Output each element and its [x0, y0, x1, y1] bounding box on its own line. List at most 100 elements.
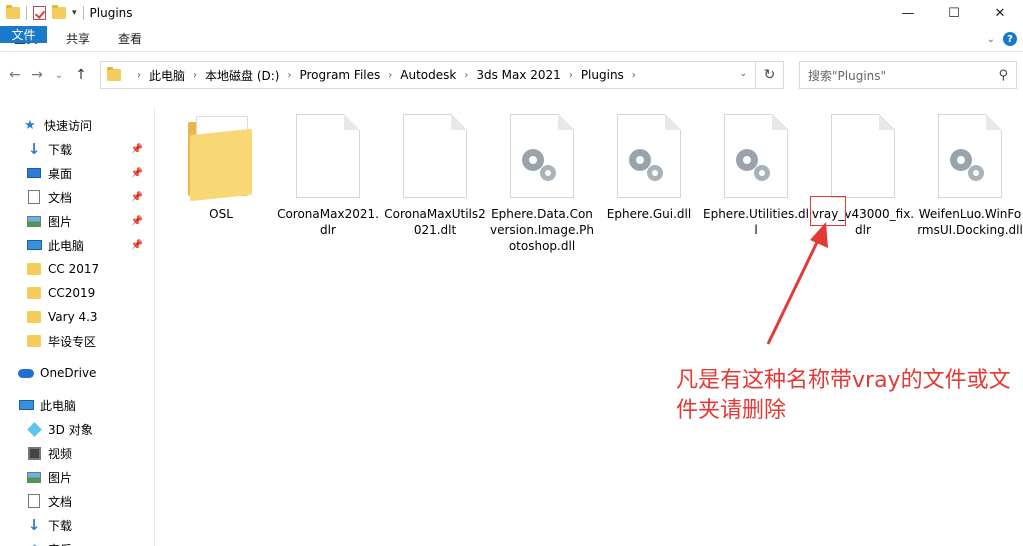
music-icon: ♪	[26, 542, 42, 546]
chevron-right-icon[interactable]: ›	[464, 70, 468, 81]
address-bar[interactable]: › 此电脑 › 本地磁盘 (D:) › Program Files › Auto…	[100, 61, 756, 89]
video-icon	[26, 446, 42, 460]
sidebar-item-label: 文档	[48, 190, 73, 205]
tab-file[interactable]: 文件	[0, 26, 47, 43]
breadcrumb-program-files[interactable]: Program Files	[299, 68, 380, 82]
sidebar-item-quick-access[interactable]: ★ 快速访问	[22, 114, 92, 136]
refresh-icon: ↻	[763, 67, 776, 83]
chevron-right-icon[interactable]: ›	[287, 70, 291, 81]
chevron-right-icon[interactable]: ›	[388, 70, 392, 81]
picture-icon	[26, 214, 42, 228]
sidebar-item-cc2017[interactable]: CC 2017	[26, 258, 99, 280]
folder-icon[interactable]	[6, 5, 20, 19]
breadcrumb: › 此电脑 › 本地磁盘 (D:) › Program Files › Auto…	[129, 67, 644, 84]
breadcrumb-autodesk[interactable]: Autodesk	[400, 68, 456, 82]
sidebar-item-downloads[interactable]: ↓ 下载 📌	[26, 138, 151, 160]
window-controls: — ☐ ✕	[885, 0, 1023, 26]
forward-button[interactable]: →	[26, 67, 48, 83]
annotation-arrow	[766, 222, 828, 345]
chevron-right-icon: ›	[137, 69, 141, 81]
annotation-text: 凡是有这种名称带vray的文件或文件夹请删除	[676, 368, 1011, 423]
computer-icon	[26, 238, 42, 252]
back-button[interactable]: ←	[4, 67, 26, 83]
breadcrumb-plugins[interactable]: Plugins	[581, 68, 624, 82]
sidebar-item-label: 桌面	[48, 166, 73, 181]
sidebar-item-label: 下载	[48, 518, 73, 533]
sidebar-item-label: 图片	[48, 214, 73, 229]
folder-icon	[107, 67, 121, 81]
sidebar-item-label: 文档	[48, 494, 73, 509]
close-button[interactable]: ✕	[977, 0, 1023, 26]
search-input[interactable]: 搜索"Plugins" ⚲	[799, 61, 1017, 89]
navigation-bar: ← → ⌄ ↑ › 此电脑 › 本地磁盘 (D:) › Program File…	[0, 52, 1023, 98]
properties-icon[interactable]	[33, 6, 46, 20]
title-bar: ▾ Plugins — ☐ ✕	[0, 0, 1023, 26]
download-icon: ↓	[27, 140, 41, 158]
chevron-right-icon[interactable]: ›	[632, 70, 636, 81]
sidebar-item-pc-pictures[interactable]: 图片	[26, 466, 72, 488]
recent-locations-button[interactable]: ⌄	[48, 70, 70, 81]
sidebar-item-pc-downloads[interactable]: ↓ 下载	[26, 514, 72, 536]
sidebar-item-thesis[interactable]: 毕设专区	[26, 330, 96, 352]
sidebar-item-label: 3D 对象	[48, 422, 93, 437]
tab-share[interactable]: 共享	[52, 26, 104, 51]
sidebar-item-3d-objects[interactable]: 3D 对象	[26, 418, 93, 440]
sidebar-item-label: 毕设专区	[48, 334, 97, 349]
sidebar-item-videos[interactable]: 视频	[26, 442, 72, 464]
breadcrumb-3ds-max[interactable]: 3ds Max 2021	[476, 68, 560, 82]
refresh-button[interactable]: ↻	[756, 61, 784, 89]
sidebar-item-this-pc-quick[interactable]: 此电脑 📌	[26, 234, 151, 256]
sidebar-item-label: 快速访问	[44, 118, 93, 133]
chevron-right-icon[interactable]: ›	[193, 70, 197, 81]
breadcrumb-drive-d[interactable]: 本地磁盘 (D:)	[205, 67, 279, 84]
sidebar-item-vary[interactable]: Vary 4.3	[26, 306, 98, 328]
sidebar-item-pc-documents[interactable]: 文档	[26, 490, 72, 512]
divider	[26, 6, 27, 20]
picture-icon	[26, 470, 42, 484]
cube-icon	[26, 421, 42, 437]
sidebar-item-documents[interactable]: 文档 📌	[26, 186, 151, 208]
folder-icon	[26, 310, 42, 324]
search-icon: ⚲	[998, 68, 1008, 83]
navigation-pane: ★ 快速访问 ↓ 下载 📌 桌面 📌 文档 📌 图片 📌 此电脑 📌 CC 20…	[0, 108, 155, 546]
new-folder-icon[interactable]	[52, 5, 66, 19]
sidebar-item-this-pc[interactable]: 此电脑	[18, 394, 76, 416]
star-icon: ★	[24, 117, 36, 133]
sidebar-item-desktop[interactable]: 桌面 📌	[26, 162, 151, 184]
sidebar-item-onedrive[interactable]: OneDrive	[18, 362, 96, 384]
pin-icon: 📌	[130, 191, 143, 203]
chevron-right-icon[interactable]: ›	[569, 70, 573, 81]
sidebar-item-label: 视频	[48, 446, 73, 461]
folder-icon	[26, 286, 42, 300]
sidebar-item-pictures[interactable]: 图片 📌	[26, 210, 151, 232]
pin-icon: 📌	[130, 167, 143, 179]
sidebar-item-label: CC 2017	[48, 262, 100, 276]
help-icon[interactable]: ?	[1003, 32, 1017, 46]
minimize-button[interactable]: —	[885, 0, 931, 26]
sidebar-item-label: 下载	[48, 142, 73, 157]
folder-icon	[26, 334, 42, 348]
up-button[interactable]: ↑	[70, 67, 92, 83]
document-icon	[26, 494, 42, 508]
sidebar-item-label: 图片	[48, 470, 73, 485]
sidebar-item-cc2019[interactable]: CC2019	[26, 282, 95, 304]
breadcrumb-this-pc[interactable]: 此电脑	[149, 67, 185, 84]
sidebar-item-label: 音乐	[48, 541, 72, 546]
pin-icon: 📌	[130, 143, 143, 155]
cloud-icon	[18, 366, 34, 380]
pin-icon: 📌	[130, 215, 143, 227]
sidebar-item-label: CC2019	[48, 286, 96, 300]
sidebar-item-label: 此电脑	[48, 238, 85, 253]
divider	[82, 6, 84, 20]
desktop-icon	[26, 166, 42, 180]
customize-toolbar-chevron-icon[interactable]: ▾	[72, 8, 77, 18]
document-icon	[26, 190, 42, 204]
search-placeholder: 搜索"Plugins"	[808, 68, 887, 83]
address-dropdown-chevron-icon[interactable]: ⌄	[739, 69, 747, 79]
tab-view[interactable]: 查看	[104, 26, 156, 51]
maximize-button[interactable]: ☐	[931, 0, 977, 26]
sidebar-item-music[interactable]: ♪ 音乐	[26, 538, 72, 546]
expand-ribbon-chevron-icon[interactable]: ⌄	[987, 34, 995, 45]
ribbon-tabs: 文件 主页 共享 查看 ⌄ ?	[0, 26, 1023, 52]
sidebar-item-label: 此电脑	[40, 398, 77, 413]
